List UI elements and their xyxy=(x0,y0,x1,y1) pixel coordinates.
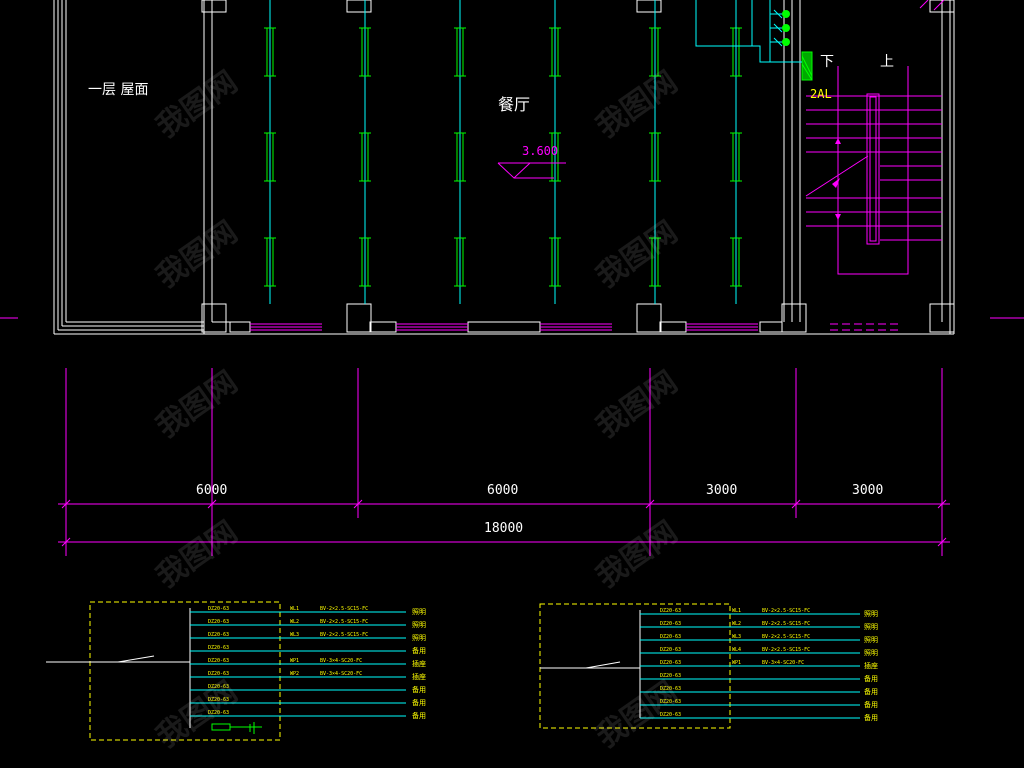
circuit-id: WL2 xyxy=(290,619,299,625)
columns xyxy=(201,0,955,333)
cable-spec: BV-2×2.5-SC15-FC xyxy=(320,606,368,612)
circuit-use: 插座 xyxy=(412,672,426,681)
schedule-left-rows: DZ20-63 WL1 BV-2×2.5-SC15-FC 照明 DZ20-63 WL2 BV… xyxy=(190,606,426,720)
cable-spec: BV-2×2.5-SC15-FC xyxy=(762,647,810,653)
circuit-use: 照明 xyxy=(412,608,426,616)
breaker-model: DZ20-63 xyxy=(208,619,229,625)
stair-arrows xyxy=(832,138,841,220)
breaker-model: DZ20-63 xyxy=(660,608,681,614)
breaker-model: DZ20-63 xyxy=(660,686,681,692)
breaker-model: DZ20-63 xyxy=(208,632,229,638)
breaker-model: DZ20-63 xyxy=(660,621,681,627)
circuit-use: 照明 xyxy=(864,623,878,631)
circuit-use: 备用 xyxy=(412,685,426,694)
breaker-model: DZ20-63 xyxy=(660,673,681,679)
dim-segment-3: 3000 xyxy=(706,483,737,498)
circuit-id: WL2 xyxy=(732,621,741,627)
circuit-use: 备用 xyxy=(412,698,426,707)
circuit-use: 备用 xyxy=(864,674,878,683)
breaker-model: DZ20-63 xyxy=(208,645,229,651)
circuit-use: 照明 xyxy=(412,634,426,642)
circuit-id: WL3 xyxy=(290,632,299,638)
breaker-model: DZ20-63 xyxy=(660,634,681,640)
elevation-value: 3.600 xyxy=(522,144,558,158)
room-label-dining: 餐厅 xyxy=(498,95,530,114)
cable-spec: BV-3×4-SC20-FC xyxy=(762,660,804,666)
building-walls xyxy=(53,0,955,335)
circuit-id: WL1 xyxy=(732,608,741,614)
panel-2al xyxy=(801,51,813,81)
switch-dots xyxy=(782,10,790,46)
junction-marks xyxy=(919,0,945,11)
cable-spec: BV-3×4-SC20-FC xyxy=(320,658,362,664)
circuit-id: WL4 xyxy=(732,647,741,653)
cad-drawing: 一层 屋面 餐厅 3.600 下 上 2AL 6000 6000 3000 30… xyxy=(0,0,1024,741)
circuit-use: 备用 xyxy=(864,700,878,709)
dim-total: 18000 xyxy=(484,521,523,536)
dim-segment-4: 3000 xyxy=(852,483,883,498)
breaker-model: DZ20-63 xyxy=(208,710,229,716)
breaker-model: DZ20-63 xyxy=(660,647,681,653)
breaker-model: DZ20-63 xyxy=(208,606,229,612)
circuit-id: WP2 xyxy=(290,671,299,677)
cable-spec: BV-2×2.5-SC15-FC xyxy=(762,608,810,614)
lighting-layer xyxy=(264,0,742,304)
circuit-use: 备用 xyxy=(864,687,878,696)
breaker-model: DZ20-63 xyxy=(208,658,229,664)
cable-spec: BV-2×2.5-SC15-FC xyxy=(762,621,810,627)
breaker-model: DZ20-63 xyxy=(208,684,229,690)
elevation-mark xyxy=(497,162,566,179)
circuit-id: WL1 xyxy=(290,606,299,612)
schedule-right-rows: DZ20-63 WL1 BV-2×2.5-SC15-FC 照明 DZ20-63 WL2 BV… xyxy=(640,608,878,722)
schedule-right: DZ20-63 WL1 BV-2×2.5-SC15-FC 照明 DZ20-63 WL2 BV… xyxy=(539,603,878,729)
circuit-use: 照明 xyxy=(864,610,878,618)
schedule-left: DZ20-63 WL1 BV-2×2.5-SC15-FC 照明 DZ20-63 WL2 BV… xyxy=(46,601,426,741)
cable-spec: BV-3×4-SC20-FC xyxy=(320,671,362,677)
dim-segment-1: 6000 xyxy=(196,483,227,498)
cable-spec: BV-2×2.5-SC15-FC xyxy=(320,632,368,638)
cable-spec: BV-2×2.5-SC15-FC xyxy=(762,634,810,640)
circuit-id: WL3 xyxy=(732,634,741,640)
circuit-id: WP1 xyxy=(732,660,741,666)
breaker-model: DZ20-63 xyxy=(660,660,681,666)
breaker-model: DZ20-63 xyxy=(660,712,681,718)
circuit-use: 照明 xyxy=(412,621,426,629)
circuit-use: 备用 xyxy=(864,713,878,722)
breaker-model: DZ20-63 xyxy=(208,697,229,703)
circuit-use: 照明 xyxy=(864,636,878,644)
circuit-use: 插座 xyxy=(412,659,426,668)
panel-label: 2AL xyxy=(810,87,832,101)
cable-spec: BV-2×2.5-SC15-FC xyxy=(320,619,368,625)
circuit-use: 照明 xyxy=(864,649,878,657)
windows xyxy=(0,317,1024,331)
roof-label: 一层 屋面 xyxy=(88,82,148,98)
circuit-use: 备用 xyxy=(412,646,426,655)
dim-segment-2: 6000 xyxy=(487,483,518,498)
stair-up-label: 上 xyxy=(880,54,894,70)
circuit-id: WP1 xyxy=(290,658,299,664)
breaker-model: DZ20-63 xyxy=(208,671,229,677)
circuit-use: 插座 xyxy=(864,661,878,670)
breaker-model: DZ20-63 xyxy=(660,699,681,705)
stair-down-label: 下 xyxy=(820,54,834,70)
circuit-use: 备用 xyxy=(412,711,426,720)
